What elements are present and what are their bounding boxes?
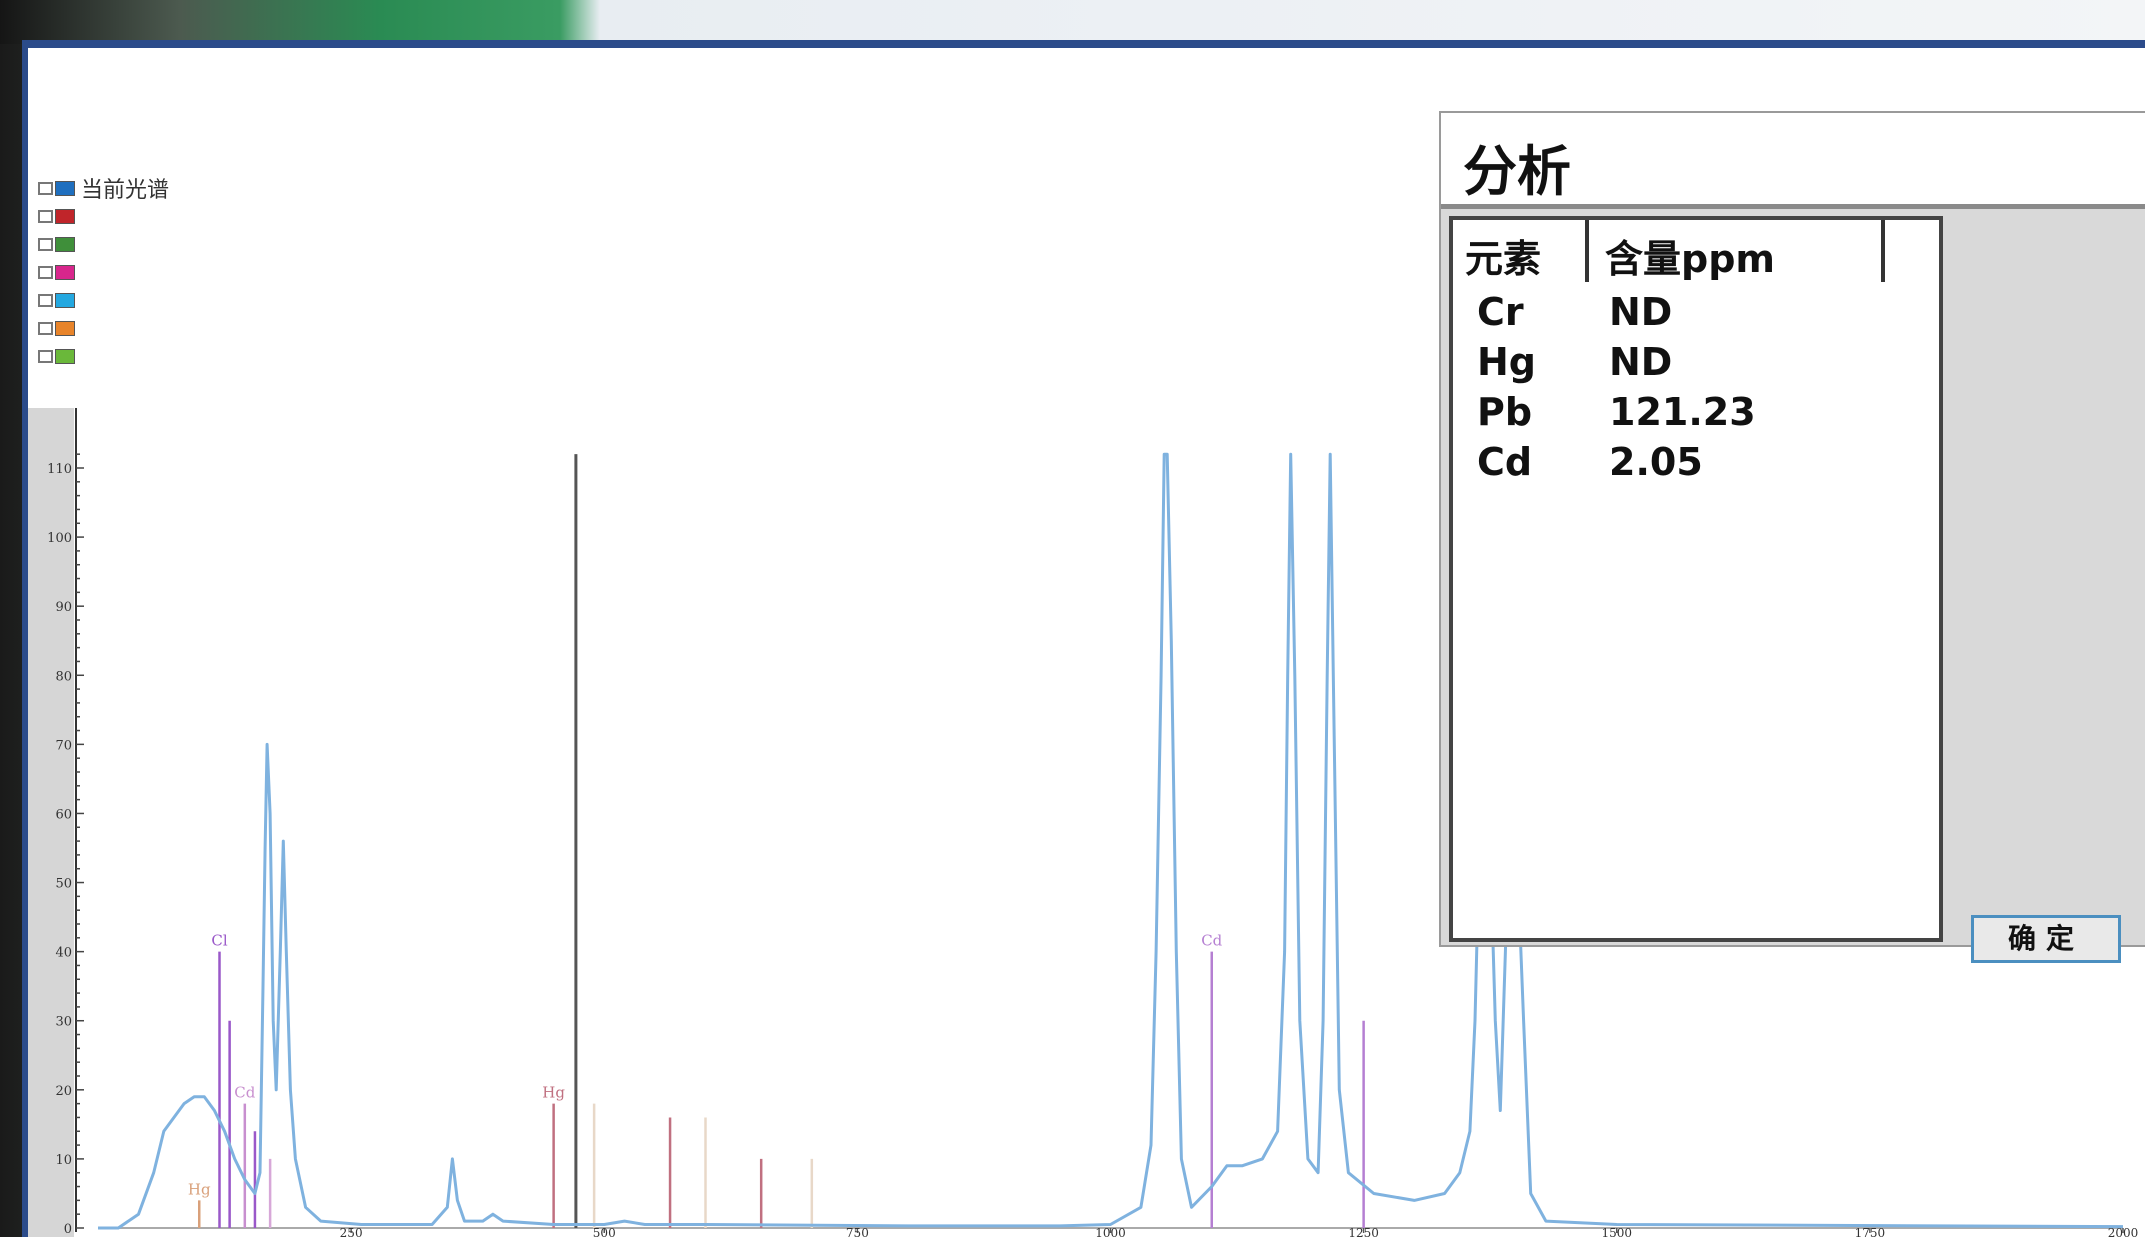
element-marker-label: Hg [188,1180,211,1198]
x-axis: 250 500 750 1000 1250 1500 1750 2000 [98,1226,2138,1237]
legend-checkbox[interactable] [38,321,53,335]
x-tick-label: 750 [846,1226,869,1237]
y-tick-label: 100 [47,531,72,546]
x-tick-label: 1750 [1855,1226,1886,1237]
legend-color-swatch [55,348,75,364]
background-photo-strip [0,0,2145,44]
result-value: 121.23 [1609,390,1756,434]
confirm-button[interactable]: 确定 [1971,915,2121,963]
legend-checkbox[interactable] [38,349,53,363]
y-tick-label: 80 [55,669,72,684]
spectrum-legend: 当前光谱 [38,174,169,370]
element-marker-label: Hg [542,1084,565,1102]
element-marker-label: Cd [234,1084,255,1102]
y-tick-label: 60 [55,807,72,822]
y-tick-label: 50 [55,877,72,892]
legend-checkbox[interactable] [38,237,53,251]
legend-checkbox[interactable] [38,293,53,307]
dialog-title: 分析 [1463,140,1571,203]
result-element: Cd [1477,440,1533,484]
x-tick-label: 1500 [1601,1226,1632,1237]
legend-item[interactable] [38,286,169,314]
result-row[interactable]: Cr ND [1453,290,1939,340]
result-value: ND [1609,340,1673,384]
result-row[interactable]: Cd 2.05 [1453,440,1939,490]
column-separator[interactable] [1881,220,1885,282]
legend-item[interactable] [38,230,169,258]
legend-item[interactable]: 当前光谱 [38,174,170,203]
legend-item[interactable] [38,258,169,286]
x-tick-label: 250 [340,1226,363,1237]
legend-item[interactable] [38,202,169,230]
legend-color-swatch [55,180,75,196]
column-separator[interactable] [1585,220,1589,282]
column-header-content[interactable]: 含量ppm [1605,228,1775,283]
y-tick-label: 110 [47,462,72,477]
result-value: 2.05 [1609,440,1703,484]
legend-checkbox[interactable] [38,265,53,279]
result-row[interactable]: Hg ND [1453,340,1939,390]
result-value: ND [1609,290,1673,334]
legend-color-swatch [55,292,75,308]
x-tick-label: 1000 [1095,1226,1126,1237]
analysis-dialog: 分析 元素 含量ppm Cr ND Hg ND Pb 121.23 Cd 2.05 确定 [1439,111,2145,963]
y-tick-label: 90 [55,600,72,615]
x-tick-label: 500 [593,1226,616,1237]
element-markers: Cl Cd Hg Hg Cd [188,454,1365,1228]
element-marker-label: Cl [211,932,227,950]
legend-item[interactable] [38,314,169,342]
result-element: Pb [1477,390,1533,434]
result-element: Hg [1477,340,1537,384]
y-tick-label: 0 [64,1222,72,1237]
legend-item[interactable] [38,342,169,370]
legend-color-swatch [55,208,75,224]
instrument-screen: 0 10 20 30 40 50 60 70 80 90 100 110 250 500 750 1000 1… [22,40,2145,1237]
results-table: 元素 含量ppm Cr ND Hg ND Pb 121.23 Cd 2.05 [1449,216,1943,942]
y-tick-label: 40 [55,946,72,961]
legend-color-swatch [55,264,75,280]
result-row[interactable]: Pb 121.23 [1453,390,1939,440]
y-tick-label: 20 [55,1084,72,1099]
element-marker-label: Cd [1201,932,1222,950]
y-tick-label: 70 [55,738,72,753]
legend-color-swatch [55,320,75,336]
dialog-title-bar: 分析 [1441,113,2145,209]
legend-label: 当前光谱 [81,178,170,203]
legend-checkbox[interactable] [38,209,53,223]
column-header-element[interactable]: 元素 [1465,228,1541,283]
result-element: Cr [1477,290,1524,334]
legend-checkbox[interactable] [38,181,53,195]
legend-color-swatch [55,236,75,252]
y-tick-label: 30 [55,1015,72,1030]
y-tick-label: 10 [55,1153,72,1168]
